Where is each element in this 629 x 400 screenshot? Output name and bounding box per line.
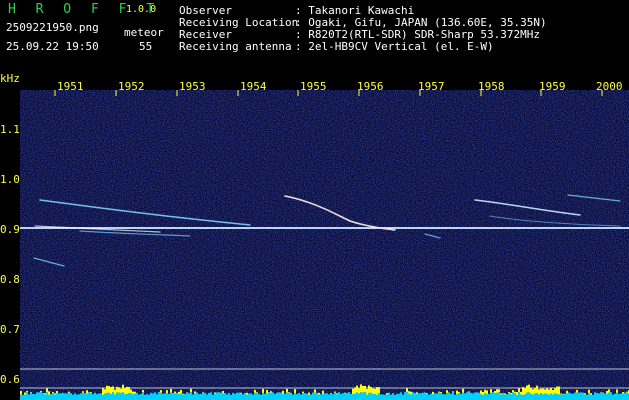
- app-version: 1.0.0: [126, 4, 157, 15]
- meteor-label: meteor: [124, 26, 164, 39]
- file-name: 2509221950.png: [6, 21, 99, 34]
- date-time: 25.09.22 19:50: [6, 40, 99, 53]
- y-tick-label: 0.9: [0, 223, 20, 236]
- y-tick-label: 0.6: [0, 373, 20, 386]
- spectrogram-plot: [20, 90, 629, 400]
- y-tick-label: 1.0: [0, 173, 20, 186]
- y-tick-label: 0.7: [0, 323, 20, 336]
- meteor-count: 55: [139, 40, 153, 53]
- y-tick-label: 1.1: [0, 123, 20, 136]
- y-tick-label: 0.8: [0, 273, 20, 286]
- info-label-antenna: Receiving antenna: [179, 40, 292, 53]
- y-axis-unit: kHz: [0, 72, 20, 85]
- info-value-antenna: : 2el-HB9CV Vertical (el. E-W): [295, 40, 494, 53]
- plot-noise: [20, 90, 629, 400]
